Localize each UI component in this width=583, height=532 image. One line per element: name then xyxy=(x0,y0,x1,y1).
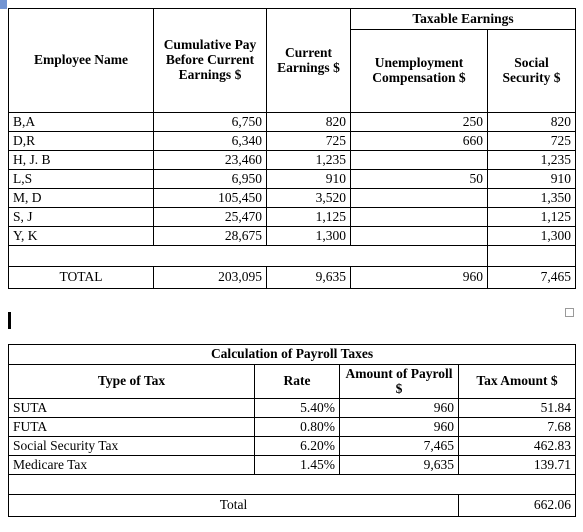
cell-unemployment xyxy=(350,188,488,208)
cell-employee-name: B,A xyxy=(8,112,154,132)
table-row: SUTA 5.40% 960 51.84 xyxy=(8,398,577,418)
header-current-earnings: Current Earnings $ xyxy=(266,8,351,113)
header-amount-of-payroll: Amount of Payroll $ xyxy=(339,364,459,399)
cell-social-security: 820 xyxy=(486,112,577,132)
table-row-total: Total 662.06 xyxy=(8,494,577,517)
cell-type-of-tax: Medicare Tax xyxy=(8,455,255,475)
cell-social-security: 1,300 xyxy=(486,226,577,246)
table-row-title: Calculation of Payroll Taxes xyxy=(7,344,577,365)
table-row-column-header: Type of Tax Rate Amount of Payroll $ Tax… xyxy=(8,364,577,399)
cell-unemployment: 250 xyxy=(350,112,488,132)
cell-tax-amount: 462.83 xyxy=(457,436,577,456)
cell-cumulative-pay: 25,470 xyxy=(153,207,267,227)
header-unemployment-compensation: Unemployment Compensation $ xyxy=(350,29,488,113)
cell-cumulative-pay: 6,950 xyxy=(153,169,267,189)
cell-cumulative-pay: 105,450 xyxy=(153,188,267,208)
cell-employee-name: S, J xyxy=(8,207,154,227)
cell-social-security: 1,125 xyxy=(486,207,577,227)
cell-tax-amount: 7.68 xyxy=(457,417,577,437)
cell-unemployment: 50 xyxy=(350,169,488,189)
table-row: D,R 6,340 725 660 725 xyxy=(8,131,577,151)
cell-amount-of-payroll: 960 xyxy=(339,417,459,437)
table-row: Medicare Tax 1.45% 9,635 139.71 xyxy=(8,455,577,475)
payroll-taxes-title: Calculation of Payroll Taxes xyxy=(7,344,577,365)
cell-current-earnings: 910 xyxy=(266,169,351,189)
cell-unemployment xyxy=(350,226,488,246)
spacer-cell xyxy=(7,474,577,495)
cell-current-earnings: 725 xyxy=(266,131,351,151)
table-row: Y, K 28,675 1,300 1,300 xyxy=(8,226,577,246)
cell-cumulative-pay: 23,460 xyxy=(153,150,267,170)
header-type-of-tax: Type of Tax xyxy=(8,364,255,399)
cell-rate: 1.45% xyxy=(254,455,340,475)
cell-current-earnings: 1,235 xyxy=(266,150,351,170)
cell-total-label: TOTAL xyxy=(8,266,154,289)
cell-type-of-tax: SUTA xyxy=(8,398,255,418)
table-row: FUTA 0.80% 960 7.68 xyxy=(8,417,577,437)
cell-total-current-earnings: 9,635 xyxy=(266,266,351,289)
cell-employee-name: D,R xyxy=(8,131,154,151)
cell-amount-of-payroll: 9,635 xyxy=(339,455,459,475)
header-rate: Rate xyxy=(254,364,340,399)
document-corner-marker xyxy=(0,0,7,9)
cell-total-unemployment: 960 xyxy=(350,266,488,289)
cell-type-of-tax: FUTA xyxy=(8,417,255,437)
cell-tax-amount: 139.71 xyxy=(457,455,577,475)
cell-unemployment: 660 xyxy=(350,131,488,151)
cell-cumulative-pay: 6,340 xyxy=(153,131,267,151)
payroll-register-table: Employee Name Cumulative Pay Before Curr… xyxy=(8,8,577,289)
cell-cumulative-pay: 6,750 xyxy=(153,112,267,132)
cell-tax-amount: 51.84 xyxy=(457,398,577,418)
header-cumulative-pay: Cumulative Pay Before Current Earnings $ xyxy=(153,8,267,113)
table-resize-handle[interactable] xyxy=(565,308,574,317)
cell-unemployment xyxy=(350,150,488,170)
spacer-cell-right xyxy=(486,245,577,267)
cell-employee-name: Y, K xyxy=(8,226,154,246)
cell-social-security: 1,235 xyxy=(486,150,577,170)
cell-current-earnings: 1,125 xyxy=(266,207,351,227)
cell-unemployment xyxy=(350,207,488,227)
cell-total-social-security: 7,465 xyxy=(486,266,577,289)
cell-type-of-tax: Social Security Tax xyxy=(8,436,255,456)
cell-employee-name: M, D xyxy=(8,188,154,208)
table-row-total: TOTAL 203,095 9,635 960 7,465 xyxy=(8,266,577,289)
header-employee-name: Employee Name xyxy=(8,8,154,113)
cell-amount-of-payroll: 960 xyxy=(339,398,459,418)
cell-social-security: 725 xyxy=(486,131,577,151)
cell-amount-of-payroll: 7,465 xyxy=(339,436,459,456)
cell-social-security: 910 xyxy=(486,169,577,189)
cell-current-earnings: 820 xyxy=(266,112,351,132)
cell-employee-name: L,S xyxy=(8,169,154,189)
text-cursor-caret xyxy=(8,312,11,329)
cell-current-earnings: 1,300 xyxy=(266,226,351,246)
cell-social-security: 1,350 xyxy=(486,188,577,208)
table-row-spacer xyxy=(7,474,577,495)
cell-total-label: Total xyxy=(8,494,459,517)
payroll-taxes-table: Calculation of Payroll Taxes Type of Tax… xyxy=(7,344,577,517)
table-row: Social Security Tax 6.20% 7,465 462.83 xyxy=(8,436,577,456)
cell-total-tax-amount: 662.06 xyxy=(457,494,577,517)
table-row: S, J 25,470 1,125 1,125 xyxy=(8,207,577,227)
cell-employee-name: H, J. B xyxy=(8,150,154,170)
cell-rate: 6.20% xyxy=(254,436,340,456)
cell-current-earnings: 3,520 xyxy=(266,188,351,208)
table-row-group-header: Employee Name Cumulative Pay Before Curr… xyxy=(8,8,577,113)
table-row-spacer xyxy=(8,245,577,267)
spacer-cell-left xyxy=(8,245,488,267)
header-social-security: Social Security $ xyxy=(486,29,577,113)
table-row: L,S 6,950 910 50 910 xyxy=(8,169,577,189)
cell-cumulative-pay: 28,675 xyxy=(153,226,267,246)
header-taxable-earnings-group: Taxable Earnings xyxy=(349,8,577,30)
cell-rate: 5.40% xyxy=(254,398,340,418)
cell-rate: 0.80% xyxy=(254,417,340,437)
table-row: H, J. B 23,460 1,235 1,235 xyxy=(8,150,577,170)
table-row: B,A 6,750 820 250 820 xyxy=(8,112,577,132)
header-tax-amount: Tax Amount $ xyxy=(457,364,577,399)
table-row: M, D 105,450 3,520 1,350 xyxy=(8,188,577,208)
cell-total-cumulative-pay: 203,095 xyxy=(153,266,267,289)
